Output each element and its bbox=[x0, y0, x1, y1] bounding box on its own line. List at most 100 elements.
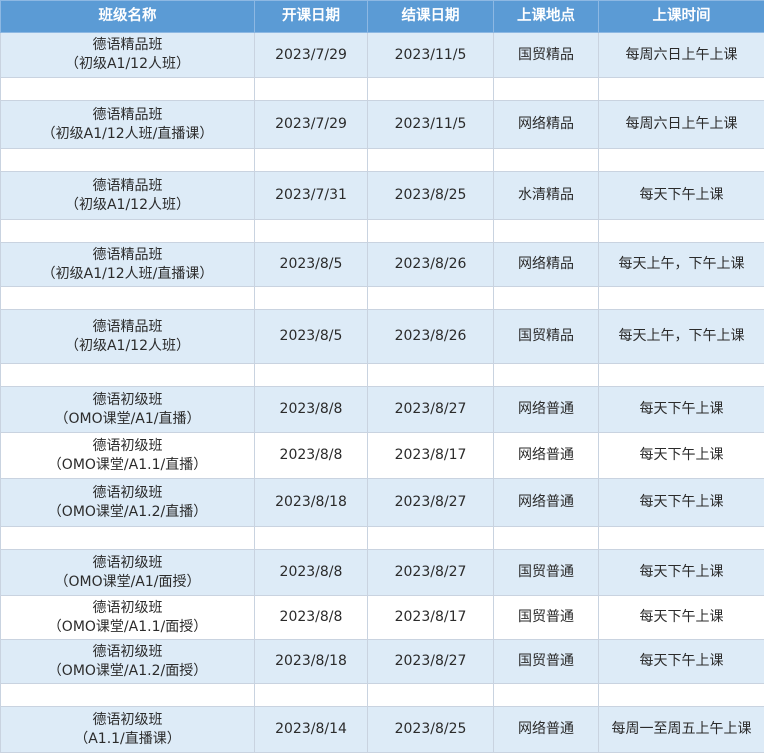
table-row: 德语精品班（初级A1/12人班）2023/7/312023/8/25水清精品每天… bbox=[1, 172, 764, 220]
empty-cell bbox=[368, 684, 494, 707]
empty-cell bbox=[255, 220, 368, 243]
class-name-cell: 德语初级班（OMO课堂/A1.1/面授） bbox=[1, 596, 255, 640]
class-time-cell: 每天下午上课 bbox=[599, 433, 764, 479]
class-level-line: （初级A1/12人班/直播课） bbox=[3, 265, 252, 284]
empty-cell bbox=[1, 527, 255, 550]
table-row: 德语初级班（OMO课堂/A1.2/面授）2023/8/182023/8/27国贸… bbox=[1, 640, 764, 684]
start-date-cell: 2023/8/5 bbox=[255, 310, 368, 364]
end-date-cell: 2023/8/26 bbox=[368, 243, 494, 287]
start-date-cell: 2023/7/31 bbox=[255, 172, 368, 220]
class-name-line: 德语初级班 bbox=[3, 599, 252, 618]
spacer-row bbox=[1, 684, 764, 707]
class-name-cell: 德语精品班（初级A1/12人班） bbox=[1, 172, 255, 220]
table-row: 德语初级班（A1.1/直播课）2023/8/142023/8/25网络普通每周一… bbox=[1, 707, 764, 753]
empty-cell bbox=[368, 527, 494, 550]
class-time-cell: 每周六日上午上课 bbox=[599, 33, 764, 78]
empty-cell bbox=[255, 287, 368, 310]
class-name-line: 德语精品班 bbox=[3, 177, 252, 196]
class-time-cell: 每周六日上午上课 bbox=[599, 101, 764, 149]
empty-cell bbox=[494, 527, 599, 550]
class-name-line: 德语初级班 bbox=[3, 711, 252, 730]
location-cell: 国贸精品 bbox=[494, 310, 599, 364]
class-name-cell: 德语精品班（初级A1/12人班/直播课） bbox=[1, 101, 255, 149]
end-date-cell: 2023/8/17 bbox=[368, 596, 494, 640]
empty-cell bbox=[599, 287, 764, 310]
start-date-cell: 2023/8/18 bbox=[255, 479, 368, 527]
class-time-cell: 每天下午上课 bbox=[599, 479, 764, 527]
location-cell: 网络普通 bbox=[494, 433, 599, 479]
start-date-cell: 2023/8/5 bbox=[255, 243, 368, 287]
location-cell: 国贸普通 bbox=[494, 640, 599, 684]
class-time-cell: 每天上午，下午上课 bbox=[599, 310, 764, 364]
class-level-line: （OMO课堂/A1.1/面授） bbox=[3, 618, 252, 637]
class-time-cell: 每天下午上课 bbox=[599, 387, 764, 433]
start-date-cell: 2023/8/8 bbox=[255, 433, 368, 479]
end-date-cell: 2023/8/27 bbox=[368, 640, 494, 684]
empty-cell bbox=[1, 78, 255, 101]
empty-cell bbox=[599, 527, 764, 550]
class-name-cell: 德语初级班（OMO课堂/A1.1/直播） bbox=[1, 433, 255, 479]
empty-cell bbox=[1, 364, 255, 387]
empty-cell bbox=[368, 364, 494, 387]
empty-cell bbox=[494, 220, 599, 243]
start-date-cell: 2023/8/18 bbox=[255, 640, 368, 684]
class-name-line: 德语精品班 bbox=[3, 106, 252, 125]
empty-cell bbox=[494, 287, 599, 310]
table-row: 德语初级班（OMO课堂/A1.2/直播）2023/8/182023/8/27网络… bbox=[1, 479, 764, 527]
class-name-cell: 德语初级班（OMO课堂/A1/直播） bbox=[1, 387, 255, 433]
empty-cell bbox=[494, 684, 599, 707]
table-row: 德语初级班（OMO课堂/A1.1/面授）2023/8/82023/8/17国贸普… bbox=[1, 596, 764, 640]
end-date-cell: 2023/8/25 bbox=[368, 172, 494, 220]
class-name-line: 德语初级班 bbox=[3, 484, 252, 503]
empty-cell bbox=[368, 287, 494, 310]
class-time-cell: 每天下午上课 bbox=[599, 172, 764, 220]
class-level-line: （初级A1/12人班） bbox=[3, 196, 252, 215]
class-name-line: 德语精品班 bbox=[3, 36, 252, 55]
class-name-line: 德语初级班 bbox=[3, 643, 252, 662]
class-level-line: （OMO课堂/A1.2/面授） bbox=[3, 662, 252, 681]
class-name-line: 德语初级班 bbox=[3, 391, 252, 410]
start-date-cell: 2023/7/29 bbox=[255, 33, 368, 78]
class-time-cell: 每周一至周五上午上课 bbox=[599, 707, 764, 753]
empty-cell bbox=[599, 78, 764, 101]
location-cell: 网络普通 bbox=[494, 479, 599, 527]
class-level-line: （初级A1/12人班） bbox=[3, 337, 252, 356]
class-time-cell: 每天下午上课 bbox=[599, 550, 764, 596]
spacer-row bbox=[1, 527, 764, 550]
class-level-line: （OMO课堂/A1/直播） bbox=[3, 410, 252, 429]
class-time-cell: 每天下午上课 bbox=[599, 640, 764, 684]
table-row: 德语精品班（初级A1/12人班）2023/7/292023/11/5国贸精品每周… bbox=[1, 33, 764, 78]
start-date-cell: 2023/7/29 bbox=[255, 101, 368, 149]
location-cell: 网络精品 bbox=[494, 101, 599, 149]
class-level-line: （OMO课堂/A1.1/直播） bbox=[3, 456, 252, 475]
spacer-row bbox=[1, 364, 764, 387]
class-name-cell: 德语精品班（初级A1/12人班） bbox=[1, 310, 255, 364]
location-cell: 网络精品 bbox=[494, 243, 599, 287]
location-cell: 国贸普通 bbox=[494, 550, 599, 596]
empty-cell bbox=[1, 684, 255, 707]
class-name-line: 德语精品班 bbox=[3, 246, 252, 265]
class-level-line: （OMO课堂/A1.2/直播） bbox=[3, 503, 252, 522]
empty-cell bbox=[368, 149, 494, 172]
class-name-line: 德语精品班 bbox=[3, 318, 252, 337]
table-row: 德语精品班（初级A1/12人班/直播课）2023/7/292023/11/5网络… bbox=[1, 101, 764, 149]
empty-cell bbox=[494, 364, 599, 387]
end-date-cell: 2023/11/5 bbox=[368, 33, 494, 78]
start-date-cell: 2023/8/8 bbox=[255, 387, 368, 433]
header-class-name: 班级名称 bbox=[1, 1, 255, 33]
class-name-cell: 德语精品班（初级A1/12人班/直播课） bbox=[1, 243, 255, 287]
table-body: 德语精品班（初级A1/12人班）2023/7/292023/11/5国贸精品每周… bbox=[1, 33, 764, 753]
header-location: 上课地点 bbox=[494, 1, 599, 33]
empty-cell bbox=[599, 684, 764, 707]
header-row: 班级名称 开课日期 结课日期 上课地点 上课时间 bbox=[1, 1, 764, 33]
end-date-cell: 2023/8/27 bbox=[368, 550, 494, 596]
empty-cell bbox=[255, 527, 368, 550]
class-name-cell: 德语精品班（初级A1/12人班） bbox=[1, 33, 255, 78]
empty-cell bbox=[368, 220, 494, 243]
start-date-cell: 2023/8/14 bbox=[255, 707, 368, 753]
table-row: 德语精品班（初级A1/12人班）2023/8/52023/8/26国贸精品每天上… bbox=[1, 310, 764, 364]
class-time-cell: 每天下午上课 bbox=[599, 596, 764, 640]
empty-cell bbox=[255, 149, 368, 172]
header-class-time: 上课时间 bbox=[599, 1, 764, 33]
empty-cell bbox=[599, 220, 764, 243]
